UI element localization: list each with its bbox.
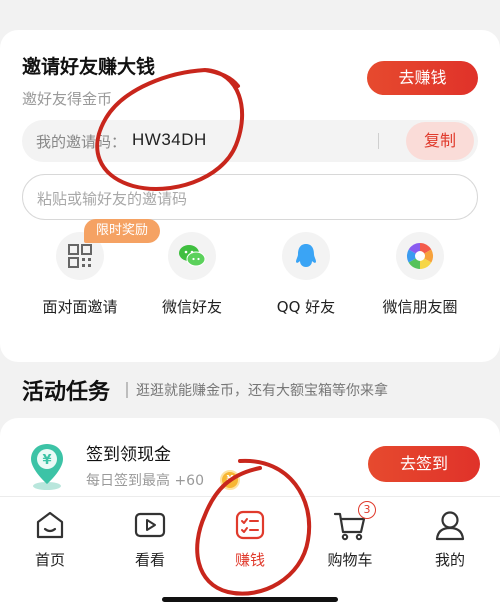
copy-code-button[interactable]: 复制: [406, 122, 474, 160]
tasks-description: 逛逛就能赚金币，还有大额宝箱等你来拿: [136, 383, 388, 399]
share-label: 微信好友: [161, 298, 222, 316]
share-label: QQ 好友: [276, 298, 336, 316]
status-area: [0, 0, 500, 30]
task-title: 签到领现金: [86, 445, 171, 465]
tasks-title: 活动任务: [22, 380, 111, 405]
nav-home[interactable]: 首页: [0, 507, 100, 577]
nav-label: 我的: [434, 551, 465, 569]
share-wechat-friend[interactable]: 微信好友: [137, 232, 247, 322]
nav-earn[interactable]: 赚钱: [200, 507, 300, 577]
nav-label: 购物车: [327, 551, 373, 569]
friend-code-placeholder: 粘贴或输好友的邀请码: [37, 190, 188, 208]
wechat-icon: [168, 232, 216, 280]
invite-title: 邀请好友赚大钱: [22, 56, 156, 78]
svg-text:¥: ¥: [42, 453, 51, 468]
share-label: 微信朋友圈: [382, 298, 458, 316]
share-face-to-face[interactable]: 面对面邀请: [25, 232, 135, 322]
nav-label: 首页: [34, 551, 65, 569]
friend-code-input[interactable]: 粘贴或输好友的邀请码: [22, 174, 478, 220]
profile-icon: [432, 507, 468, 543]
earn-money-button[interactable]: 去赚钱: [367, 61, 478, 95]
cart-count-badge: 3: [358, 501, 376, 519]
bottom-nav: 首页 看看 赚钱 3 购物车 我的: [0, 496, 500, 610]
share-moments[interactable]: 微信朋友圈: [365, 232, 475, 322]
share-qq-friend[interactable]: QQ 好友: [251, 232, 361, 322]
home-icon: [32, 507, 68, 543]
earn-icon: [232, 507, 268, 543]
nav-watch[interactable]: 看看: [100, 507, 200, 577]
nav-cart[interactable]: 3 购物车: [300, 501, 400, 577]
code-divider: [378, 133, 379, 149]
nav-label: 看看: [134, 551, 165, 569]
invite-code-value: HW34DH: [132, 130, 207, 149]
cash-pin-icon: ¥: [24, 440, 70, 492]
signin-button[interactable]: 去签到: [368, 446, 480, 482]
task-subtitle: 每日签到最高 +60: [86, 473, 204, 489]
tasks-divider: [126, 382, 128, 398]
nav-label: 赚钱: [234, 551, 265, 569]
invite-code-label: 我的邀请码：: [36, 133, 127, 151]
moments-icon: [396, 232, 444, 280]
coin-icon: ¥: [220, 470, 240, 490]
invite-code-box: 我的邀请码： HW34DH 复制: [22, 120, 478, 162]
home-indicator: [162, 597, 338, 602]
invite-subtitle: 邀好友得金币: [22, 90, 113, 108]
qq-icon: [282, 232, 330, 280]
nav-profile[interactable]: 我的: [400, 507, 500, 577]
video-icon: [132, 507, 168, 543]
share-label: 面对面邀请: [42, 298, 118, 316]
